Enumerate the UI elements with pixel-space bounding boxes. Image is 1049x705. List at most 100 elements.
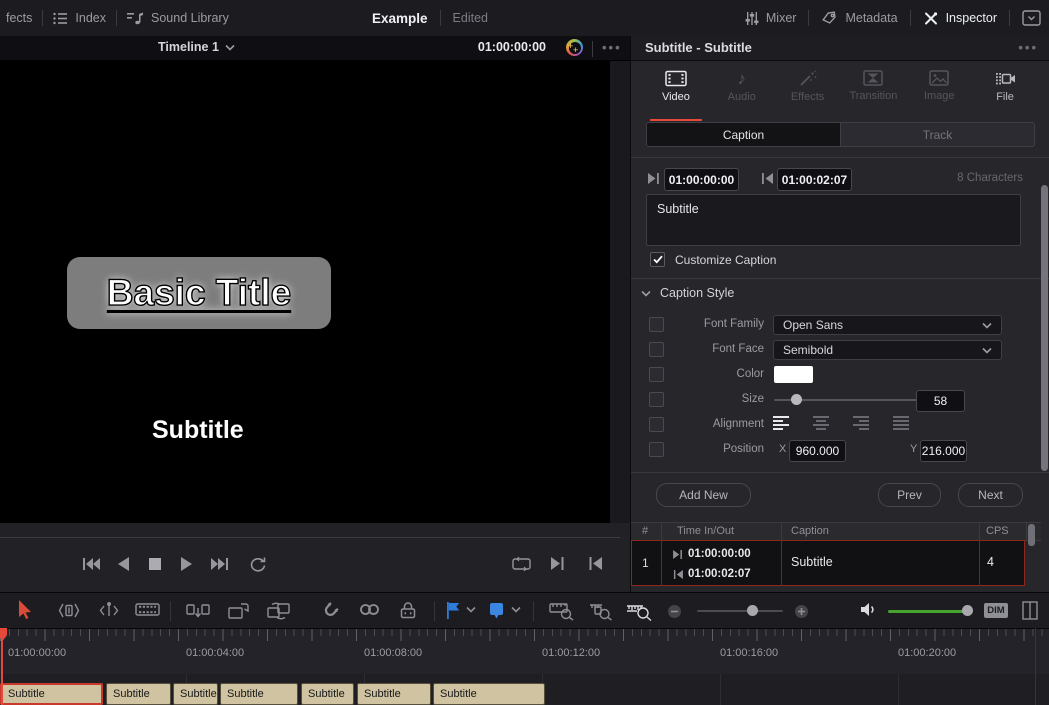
size-slider-handle[interactable]	[791, 394, 802, 405]
segment-track[interactable]: Track	[840, 123, 1034, 146]
timeline-selector[interactable]: Timeline 1	[158, 40, 235, 54]
add-new-button[interactable]: Add New	[656, 483, 751, 507]
custom-zoom-tool[interactable]	[626, 602, 652, 621]
color-swatch[interactable]	[774, 366, 813, 383]
timeline-ruler[interactable]: 01:00:00:00 01:00:04:00 01:00:08:00 01:0…	[0, 628, 1049, 675]
selection-mode-tool[interactable]	[18, 600, 32, 619]
viewer-options-menu[interactable]: •••	[602, 40, 622, 55]
metadata-button[interactable]: Metadata	[821, 11, 897, 25]
volume-slider[interactable]	[888, 610, 973, 613]
align-left-button[interactable]	[773, 416, 790, 430]
caption-text-area[interactable]: Subtitle	[646, 194, 1021, 246]
index-button[interactable]: Index	[53, 11, 106, 25]
position-y-field[interactable]: 216.000	[920, 440, 967, 462]
next-button[interactable]: Next	[958, 483, 1023, 507]
inspector-scrollbar[interactable]	[1041, 185, 1048, 471]
font-family-dropdown[interactable]: Open Sans	[773, 315, 1002, 335]
position-x-field[interactable]: 960.000	[789, 440, 846, 462]
loop-range-icon[interactable]	[512, 557, 531, 571]
flag-tool[interactable]	[446, 602, 460, 619]
mixer-button[interactable]: Mixer	[745, 11, 797, 26]
subtitle-clip[interactable]: Subtitle	[301, 683, 354, 705]
prev-button[interactable]: Prev	[878, 483, 941, 507]
color-override-checkbox[interactable]	[649, 367, 664, 382]
subtitle-clip[interactable]: Subtitle	[106, 683, 171, 705]
tab-effects[interactable]: Effects	[775, 62, 841, 118]
sound-library-button[interactable]: Sound Library	[127, 11, 229, 25]
caption-in-timecode-field[interactable]: 01:00:00:00	[664, 168, 739, 191]
tab-video[interactable]: Video	[643, 62, 709, 118]
segment-caption[interactable]: Caption	[647, 123, 840, 146]
ruler-label: 01:00:20:00	[898, 647, 956, 659]
loop-playback-button[interactable]	[249, 557, 267, 573]
marker-tool[interactable]	[489, 602, 504, 619]
tab-audio[interactable]: ♪ Audio	[709, 62, 775, 118]
playhead[interactable]	[1, 628, 3, 705]
zoom-in-button[interactable]	[795, 605, 808, 618]
customize-caption-checkbox[interactable]	[650, 252, 665, 267]
subtitle-clip-selected[interactable]: Subtitle	[0, 683, 103, 705]
play-button[interactable]	[181, 557, 192, 571]
zoom-full-extent-tool[interactable]	[549, 602, 575, 621]
replace-clip-tool[interactable]	[266, 602, 292, 620]
audio-monitor-speaker-icon[interactable]	[860, 602, 877, 617]
caption-out-timecode-field[interactable]: 01:00:02:07	[777, 168, 852, 191]
timeline-zoom-handle[interactable]	[747, 605, 758, 616]
panel-toggle-button[interactable]	[1022, 10, 1041, 26]
timeline-zoom-slider[interactable]	[697, 610, 783, 612]
overwrite-clip-tool[interactable]	[227, 602, 250, 620]
divider	[42, 10, 43, 26]
size-value-field[interactable]: 58	[916, 390, 965, 412]
font-face-value: Semibold	[783, 343, 833, 357]
zoom-detail-tool[interactable]	[589, 602, 613, 621]
trim-edit-mode-tool[interactable]	[58, 602, 80, 619]
caption-table-row-selected[interactable]: 1 01:00:00:00 01:00:02:07 Subtitle 4	[631, 540, 1025, 586]
inspector-options-menu[interactable]: •••	[1018, 40, 1038, 55]
inspector-button[interactable]: Inspector	[923, 11, 997, 26]
position-y-label: Y	[910, 443, 917, 455]
align-center-button[interactable]	[813, 416, 830, 430]
subtitle-track[interactable]: Subtitle Subtitle Subtitle Subtitle Subt…	[0, 674, 1049, 705]
position-lock-tool[interactable]	[398, 602, 418, 619]
insert-clip-tool[interactable]	[186, 602, 210, 620]
alignment-override-checkbox[interactable]	[649, 417, 664, 432]
size-override-checkbox[interactable]	[649, 392, 664, 407]
divider	[808, 10, 809, 26]
caption-style-section-header[interactable]: Caption Style	[641, 286, 734, 300]
tab-file[interactable]: File	[972, 62, 1038, 118]
position-override-checkbox[interactable]	[649, 442, 664, 457]
divider	[1009, 10, 1010, 26]
subtitle-clip[interactable]: Subtitle	[433, 683, 545, 705]
previous-edit-icon[interactable]	[589, 557, 602, 570]
snapping-magnet-tool[interactable]	[320, 602, 339, 621]
font-family-override-checkbox[interactable]	[649, 317, 664, 332]
tab-image[interactable]: Image	[906, 62, 972, 118]
dim-audio-button[interactable]: DIM	[984, 603, 1008, 618]
inspector-panel: Subtitle - Subtitle ••• Video ♪ Audio Ef…	[630, 36, 1049, 592]
table-scrollbar[interactable]	[1028, 524, 1035, 546]
dynamic-trim-mode-tool[interactable]	[98, 602, 120, 619]
font-face-override-checkbox[interactable]	[649, 342, 664, 357]
tab-transition[interactable]: Transition	[840, 62, 906, 118]
volume-slider-handle[interactable]	[962, 605, 973, 616]
razor-edit-mode-tool[interactable]	[135, 602, 160, 617]
next-edit-icon[interactable]	[551, 557, 564, 570]
step-back-button[interactable]	[118, 557, 129, 571]
align-right-button[interactable]	[853, 416, 870, 430]
subtitle-clip[interactable]: Subtitle	[357, 683, 431, 705]
go-to-last-frame-button[interactable]	[211, 557, 228, 571]
marker-dropdown-chevron[interactable]	[511, 606, 521, 613]
effects-library-button[interactable]: fects	[6, 11, 32, 25]
video-preview[interactable]: Basic Title Subtitle	[0, 60, 610, 523]
zoom-out-button[interactable]	[668, 605, 681, 618]
stop-button[interactable]	[149, 557, 161, 570]
go-to-first-frame-button[interactable]	[83, 557, 100, 571]
font-face-dropdown[interactable]: Semibold	[773, 340, 1002, 360]
linked-selection-tool[interactable]	[359, 602, 380, 617]
subtitle-clip[interactable]: Subtitle	[173, 683, 218, 705]
flag-dropdown-chevron[interactable]	[466, 606, 476, 613]
timeline-view-options-icon[interactable]	[1022, 601, 1038, 620]
subtitle-clip[interactable]: Subtitle	[220, 683, 298, 705]
align-justify-button[interactable]	[893, 416, 910, 430]
resolve-ai-icon[interactable]: ++	[566, 39, 583, 56]
